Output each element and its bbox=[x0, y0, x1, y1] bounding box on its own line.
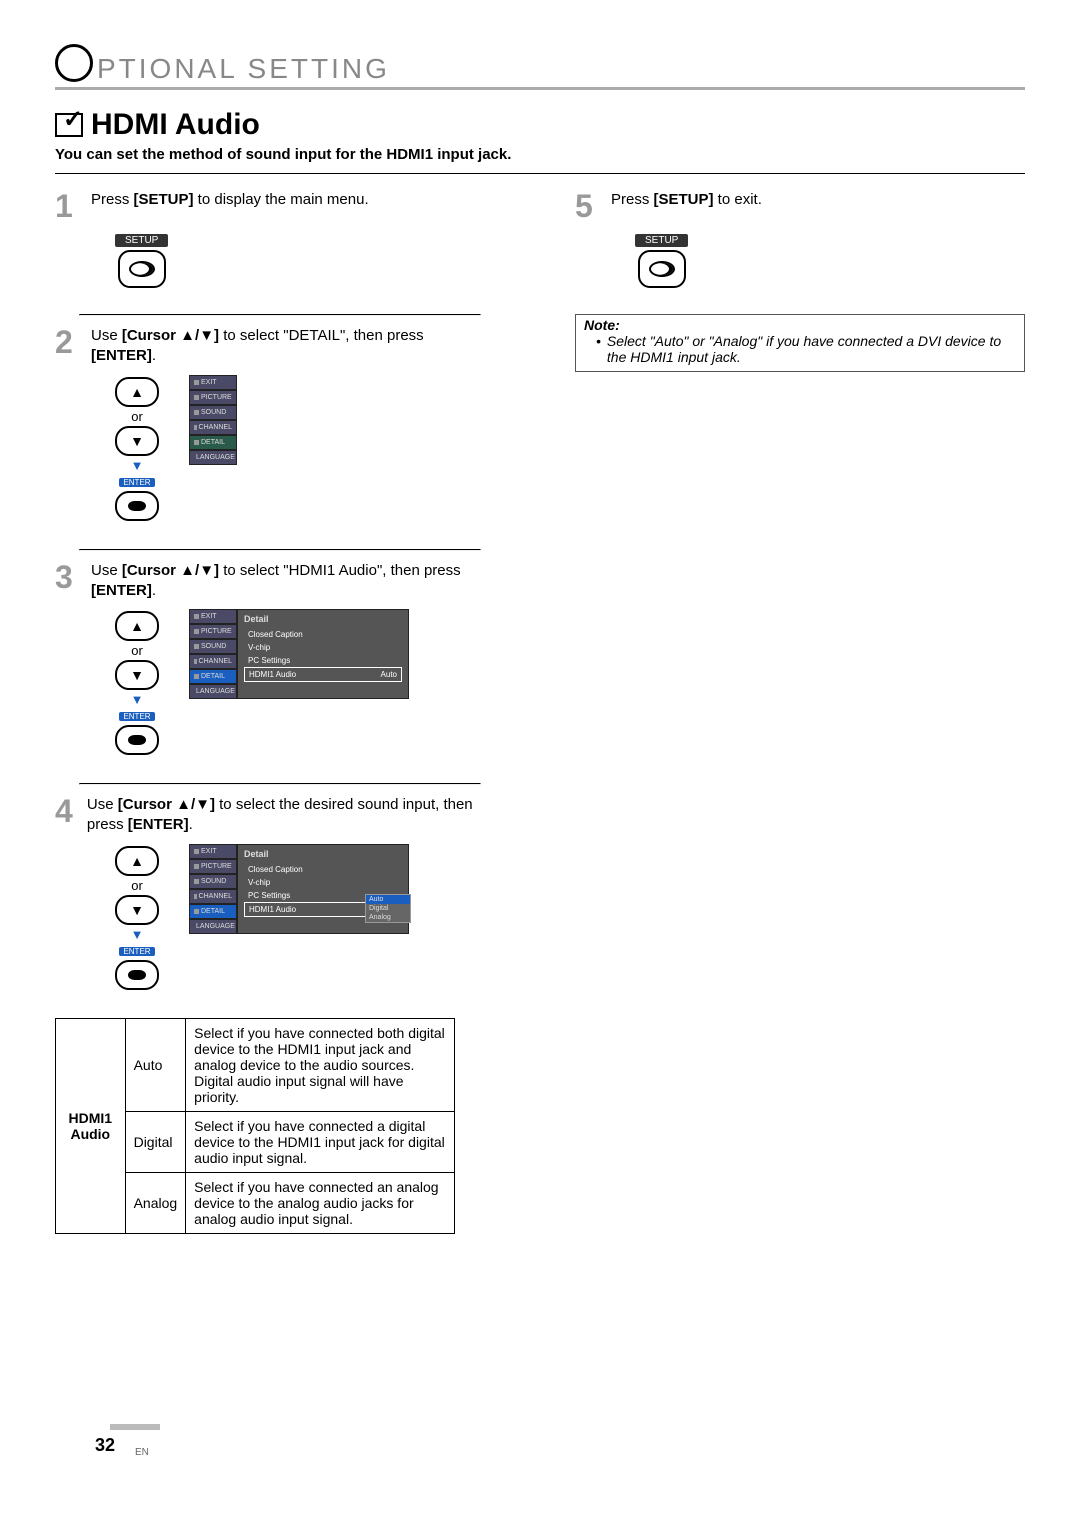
step-3: 3 Use [Cursor ▲/▼] to select "HDMI1 Audi… bbox=[55, 561, 505, 758]
cursor-down-icon: ▼ bbox=[115, 426, 159, 456]
table-opt: Analog bbox=[125, 1172, 186, 1233]
or-label: or bbox=[115, 409, 159, 424]
enter-label: ENTER bbox=[119, 712, 154, 721]
osd-detail-preview: EXIT PICTURE SOUND CHANNEL DETAIL LANGUA… bbox=[189, 609, 409, 699]
table-desc: Select if you have connected both digita… bbox=[186, 1018, 455, 1111]
page-number: 32 bbox=[95, 1435, 115, 1456]
setup-oval-icon bbox=[118, 250, 166, 288]
cursor-down-icon: ▼ bbox=[115, 895, 159, 925]
divider bbox=[55, 173, 1025, 174]
osd-sound-select-preview: EXIT PICTURE SOUND CHANNEL DETAIL LANGUA… bbox=[189, 844, 409, 934]
down-indicator-icon: ▼ bbox=[115, 458, 159, 473]
note-text: Select "Auto" or "Analog" if you have co… bbox=[607, 333, 1016, 365]
step-5: 5 Press [SETUP] to exit. SETUP bbox=[575, 190, 1025, 288]
subtitle: You can set the method of sound input fo… bbox=[55, 146, 1025, 163]
setup-oval-icon bbox=[638, 250, 686, 288]
setup-label: SETUP bbox=[635, 234, 688, 247]
note-title: Note: bbox=[584, 317, 1016, 333]
step-number: 2 bbox=[55, 326, 81, 358]
step-2: 2 Use [Cursor ▲/▼] to select "DETAIL", t… bbox=[55, 326, 505, 523]
options-table: HDMI1 Audio Auto Select if you have conn… bbox=[55, 1018, 455, 1234]
header-text: PTIONAL SETTING bbox=[97, 53, 390, 85]
down-indicator-icon: ▼ bbox=[115, 927, 159, 942]
table-opt: Auto bbox=[125, 1018, 186, 1111]
topic-title: HDMI Audio bbox=[55, 108, 1025, 142]
enter-button-icon bbox=[115, 491, 159, 521]
divider bbox=[79, 783, 481, 785]
checkbox-icon bbox=[55, 113, 83, 137]
step-1: 1 Press [SETUP] to display the main menu… bbox=[55, 190, 505, 288]
footer-tab-icon bbox=[110, 1424, 160, 1430]
divider bbox=[79, 549, 481, 551]
enter-label: ENTER bbox=[119, 478, 154, 487]
osd-dropdown: Auto Digital Analog bbox=[365, 894, 411, 923]
cursor-enter-graphic: ▲ or ▼ ▼ ENTER bbox=[115, 844, 159, 992]
step-number: 3 bbox=[55, 561, 81, 593]
setup-button-graphic: SETUP bbox=[115, 230, 168, 288]
enter-button-icon bbox=[115, 960, 159, 990]
enter-button-icon bbox=[115, 725, 159, 755]
table-header: HDMI1 Audio bbox=[56, 1018, 126, 1233]
cursor-down-icon: ▼ bbox=[115, 660, 159, 690]
or-label: or bbox=[115, 878, 159, 893]
table-desc: Select if you have connected an analog d… bbox=[186, 1172, 455, 1233]
section-header: PTIONAL SETTING bbox=[55, 40, 1025, 90]
step-4: 4 Use [Cursor ▲/▼] to select the desired… bbox=[55, 795, 505, 992]
divider bbox=[79, 314, 481, 316]
cursor-enter-graphic: ▲ or ▼ ▼ ENTER bbox=[115, 375, 159, 523]
table-opt: Digital bbox=[125, 1111, 186, 1172]
bullet-icon: • bbox=[596, 333, 601, 365]
step-number: 1 bbox=[55, 190, 81, 222]
title-text: HDMI Audio bbox=[91, 108, 260, 142]
osd-menu-preview: EXIT PICTURE SOUND CHANNEL DETAIL LANGUA… bbox=[189, 375, 237, 465]
step-number: 5 bbox=[575, 190, 601, 222]
page-region: EN bbox=[135, 1447, 149, 1458]
note-box: Note: •Select "Auto" or "Analog" if you … bbox=[575, 314, 1025, 372]
enter-label: ENTER bbox=[119, 947, 154, 956]
table-desc: Select if you have connected a digital d… bbox=[186, 1111, 455, 1172]
cursor-enter-graphic: ▲ or ▼ ▼ ENTER bbox=[115, 609, 159, 757]
setup-button-graphic: SETUP bbox=[635, 230, 688, 288]
or-label: or bbox=[115, 643, 159, 658]
down-indicator-icon: ▼ bbox=[115, 692, 159, 707]
cursor-up-icon: ▲ bbox=[115, 846, 159, 876]
setup-label: SETUP bbox=[115, 234, 168, 247]
cursor-up-icon: ▲ bbox=[115, 611, 159, 641]
dropcap-o-icon bbox=[55, 44, 93, 82]
step-number: 4 bbox=[55, 795, 77, 827]
cursor-up-icon: ▲ bbox=[115, 377, 159, 407]
